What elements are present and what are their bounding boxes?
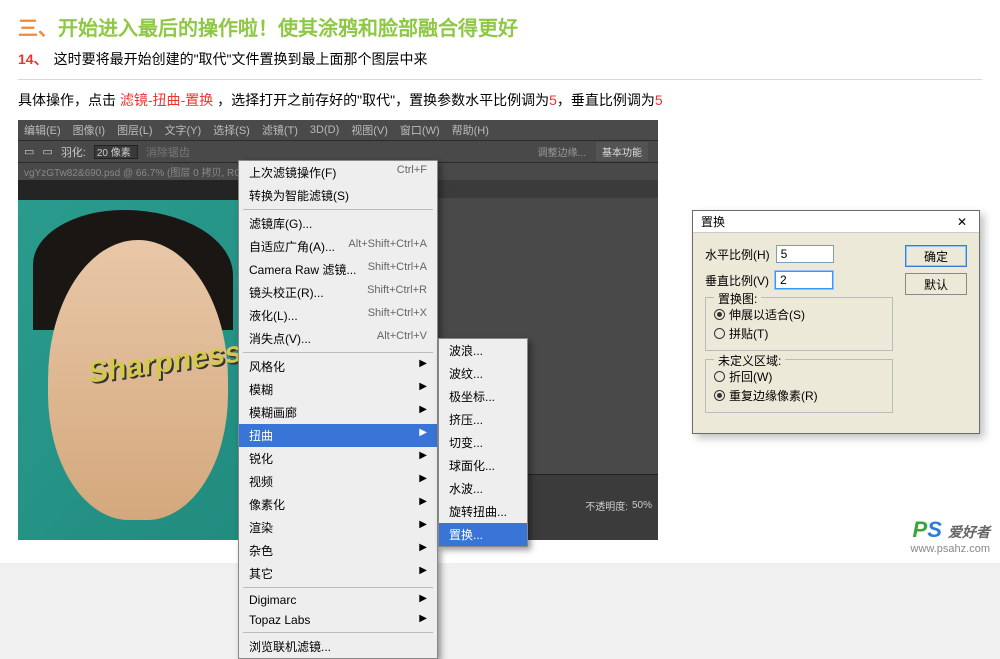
menu-item[interactable]: 其它▶: [239, 562, 437, 585]
menu-item[interactable]: 风格化▶: [239, 355, 437, 378]
submenu-item[interactable]: 极坐标...: [439, 385, 527, 408]
step-line: 14、 这时要将最开始创建的"取代"文件置换到最上面那个图层中来: [18, 49, 982, 69]
dialog-title: 置换: [701, 213, 725, 230]
menubar-item[interactable]: 帮助(H): [452, 122, 489, 138]
distort-submenu: 波浪...波纹...极坐标...挤压...切变...球面化...水波...旋转扭…: [438, 338, 528, 547]
menu-item[interactable]: Digimarc▶: [239, 590, 437, 610]
radio-tile[interactable]: 拼贴(T): [714, 325, 884, 342]
menu-item[interactable]: 液化(L)...Shift+Ctrl+X: [239, 304, 437, 327]
menu-bar: 编辑(E) 图像(I) 图层(L) 文字(Y) 选择(S) 滤镜(T) 3D(D) 视图(V)…: [18, 120, 658, 140]
menu-item[interactable]: 模糊画廊▶: [239, 401, 437, 424]
menu-item[interactable]: 渲染▶: [239, 516, 437, 539]
options-bar: ▭ ▭ 羽化: 消除锯齿 调整边缘... 基本功能: [18, 140, 658, 162]
menu-item[interactable]: 模糊▶: [239, 378, 437, 401]
menubar-item[interactable]: 视图(V): [351, 122, 388, 138]
submenu-item[interactable]: 切变...: [439, 431, 527, 454]
menubar-item[interactable]: 编辑(E): [24, 122, 61, 138]
section-heading: 三、开始进入最后的操作啦！使其涂鸦和脸部融合得更好: [18, 12, 982, 41]
submenu-item[interactable]: 波浪...: [439, 339, 527, 362]
menu-item[interactable]: 自适应广角(A)...Alt+Shift+Ctrl+A: [239, 235, 437, 258]
menubar-item[interactable]: 窗口(W): [400, 122, 440, 138]
menubar-item[interactable]: 选择(S): [213, 122, 250, 138]
menubar-item[interactable]: 图层(L): [117, 122, 152, 138]
submenu-item[interactable]: 波纹...: [439, 362, 527, 385]
menubar-item[interactable]: 文字(Y): [165, 122, 202, 138]
vertical-scale-input[interactable]: [775, 271, 833, 289]
photoshop-screenshot: 编辑(E) 图像(I) 图层(L) 文字(Y) 选择(S) 滤镜(T) 3D(D) 视图(V)…: [18, 120, 658, 540]
filter-menu: 上次滤镜操作(F)Ctrl+F转换为智能滤镜(S) 滤镜库(G)...自适应广角(…: [238, 160, 438, 659]
canvas: Sharpness: [18, 180, 238, 540]
close-icon[interactable]: ✕: [953, 214, 971, 230]
feather-input[interactable]: [94, 145, 138, 159]
icon-box: ▭: [24, 145, 34, 158]
displace-dialog: 置换 ✕ 水平比例(H) 垂直比例(V) 置换图: 伸展以适合(S) 拼贴(T): [692, 210, 980, 434]
menu-item[interactable]: 像素化▶: [239, 493, 437, 516]
menubar-item[interactable]: 滤镜(T): [262, 122, 298, 138]
menu-item[interactable]: 锐化▶: [239, 447, 437, 470]
horizontal-scale-input[interactable]: [776, 245, 834, 263]
submenu-item[interactable]: 水波...: [439, 477, 527, 500]
ok-button[interactable]: 确定: [905, 245, 967, 267]
radio-stretch[interactable]: 伸展以适合(S): [714, 306, 884, 323]
menu-item[interactable]: 镜头校正(R)...Shift+Ctrl+R: [239, 281, 437, 304]
adjust-edge-btn[interactable]: 调整边缘...: [532, 142, 592, 161]
icon-box: ▭: [42, 145, 52, 158]
menu-item[interactable]: 滤镜库(G)...: [239, 212, 437, 235]
menu-item[interactable]: 消失点(V)...Alt+Ctrl+V: [239, 327, 437, 350]
submenu-item[interactable]: 旋转扭曲...: [439, 500, 527, 523]
menu-item[interactable]: Topaz Labs▶: [239, 610, 437, 630]
menu-item[interactable]: 扭曲▶: [239, 424, 437, 447]
workspace-essentials[interactable]: 基本功能: [596, 142, 648, 161]
menu-item[interactable]: 上次滤镜操作(F)Ctrl+F: [239, 161, 437, 184]
radio-repeat-edge[interactable]: 重复边缘像素(R): [714, 387, 884, 404]
submenu-item[interactable]: 挤压...: [439, 408, 527, 431]
submenu-item[interactable]: 球面化...: [439, 454, 527, 477]
default-button[interactable]: 默认: [905, 273, 967, 295]
menubar-item[interactable]: 3D(D): [310, 124, 339, 136]
divider: [18, 79, 982, 80]
submenu-item[interactable]: 置换...: [439, 523, 527, 546]
menu-item[interactable]: 视频▶: [239, 470, 437, 493]
radio-wrap[interactable]: 折回(W): [714, 368, 884, 385]
menu-item[interactable]: 转换为智能滤镜(S): [239, 184, 437, 207]
instruction-text: 具体操作，点击 滤镜-扭曲-置换 ，选择打开之前存好的"取代"，置换参数水平比例…: [18, 90, 982, 110]
watermark: PS 爱好者 www.psahz.com: [911, 517, 990, 555]
step-number: 14、: [18, 49, 48, 69]
menubar-item[interactable]: 图像(I): [73, 122, 105, 138]
menu-item[interactable]: 浏览联机滤镜...: [239, 635, 437, 658]
menu-item[interactable]: Camera Raw 滤镜...Shift+Ctrl+A: [239, 258, 437, 281]
menu-item[interactable]: 杂色▶: [239, 539, 437, 562]
